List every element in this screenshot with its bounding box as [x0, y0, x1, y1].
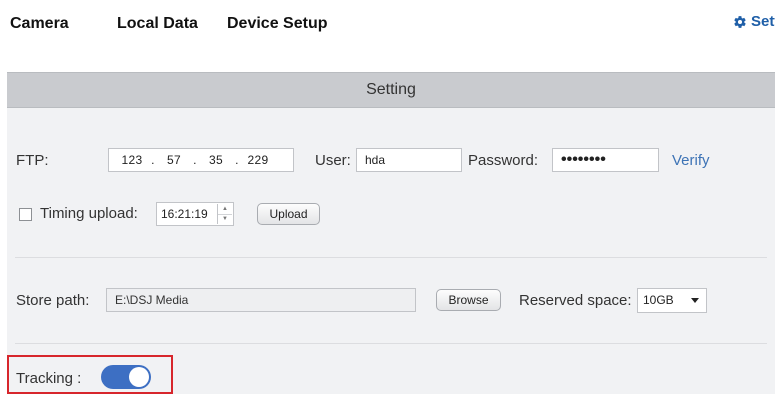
- ftp-label: FTP:: [16, 152, 49, 169]
- nav-local-data[interactable]: Local Data: [117, 15, 198, 33]
- chevron-down-icon: [691, 298, 699, 303]
- reserved-space-select[interactable]: 10GB: [637, 288, 707, 313]
- settings-link-label: Sett: [751, 13, 775, 30]
- password-label: Password:: [468, 152, 539, 169]
- password-field[interactable]: ••••••••: [552, 148, 659, 172]
- user-label: User:: [315, 152, 351, 169]
- gear-icon: [733, 15, 747, 29]
- nav-camera[interactable]: Camera: [10, 15, 69, 33]
- time-spinner: ▲ ▼: [217, 204, 232, 224]
- ip-octet-4[interactable]: 229: [245, 149, 271, 171]
- timing-upload-checkbox[interactable]: [19, 208, 32, 221]
- toggle-knob[interactable]: [129, 367, 149, 387]
- spinner-up-icon[interactable]: ▲: [218, 204, 232, 214]
- ip-separator: .: [151, 153, 155, 167]
- upload-button[interactable]: Upload: [257, 203, 320, 225]
- spinner-down-icon[interactable]: ▼: [218, 213, 232, 225]
- divider: [15, 257, 767, 258]
- ip-octet-1[interactable]: 123: [119, 149, 145, 171]
- tracking-toggle[interactable]: [101, 365, 151, 389]
- reserved-space-value: 10GB: [643, 293, 674, 307]
- nav-device-setup[interactable]: Device Setup: [227, 15, 327, 33]
- store-path-field[interactable]: E:\DSJ Media: [106, 288, 416, 312]
- top-nav: Camera Local Data Device Setup Sett: [0, 0, 775, 50]
- ip-separator: .: [193, 153, 197, 167]
- store-path-label: Store path:: [16, 292, 90, 309]
- divider: [15, 343, 767, 344]
- user-field[interactable]: hda: [356, 148, 462, 172]
- verify-link[interactable]: Verify: [672, 152, 710, 169]
- ip-separator: .: [235, 153, 239, 167]
- section-header: Setting: [7, 72, 775, 108]
- browse-button[interactable]: Browse: [436, 289, 501, 311]
- tracking-label: Tracking :: [16, 370, 82, 387]
- timing-time-field[interactable]: 16:21:19 ▲ ▼: [156, 202, 234, 226]
- ip-octet-3[interactable]: 35: [203, 149, 229, 171]
- settings-panel: FTP: 123 . 57 . 35 . 229 User: hda Passw…: [7, 108, 775, 394]
- section-title: Setting: [366, 81, 416, 98]
- settings-link[interactable]: Sett: [733, 13, 775, 30]
- timing-time-value: 16:21:19: [161, 207, 208, 221]
- ftp-ip-field[interactable]: 123 . 57 . 35 . 229: [108, 148, 294, 172]
- reserved-space-label: Reserved space:: [519, 292, 632, 309]
- ip-octet-2[interactable]: 57: [161, 149, 187, 171]
- timing-upload-label: Timing upload:: [40, 205, 138, 222]
